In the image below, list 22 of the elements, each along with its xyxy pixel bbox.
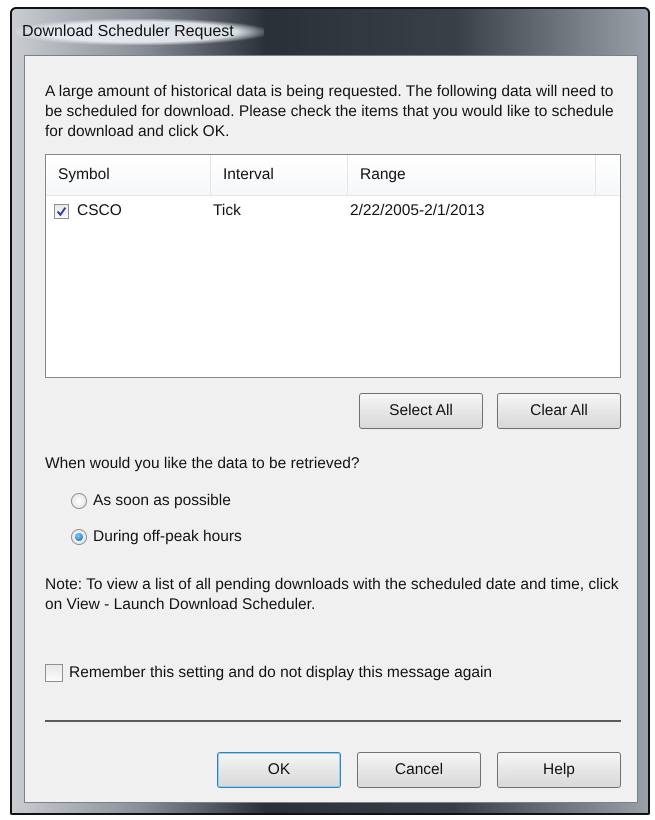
table-cell-text: CSCO [77,202,123,220]
note-text: Note: To view a list of all pending downloads with the scheduled date and time, click on View - Launch Download Scheduler. [45,575,620,615]
list-button[interactable]: Clear All [497,393,621,429]
dialog-button[interactable]: Cancel [357,752,481,788]
checkbox[interactable] [54,204,69,218]
table-cell-text: Tick [213,202,242,220]
message-text: A large amount of historical data is being requested. The following data will need to be scheduled for download. Please check the items that you would like to schedule for download and click OK. [45,82,615,142]
checkbox[interactable] [45,664,63,682]
column-header[interactable]: Symbol [46,155,211,195]
radio-button[interactable] [71,529,87,545]
radio-button[interactable] [71,493,87,509]
radio-label: As soon as possible [93,492,231,510]
list-button[interactable]: Select All [359,393,483,429]
dialog-button[interactable]: OK [217,752,341,788]
window-title: Download Scheduler Request [16,19,264,45]
table-cell: 2/22/2005-2/1/2013 [350,202,484,220]
dialog-button[interactable]: Help [497,752,621,788]
radio-label: During off-peak hours [93,528,242,546]
checkbox-label: Remember this setting and do not display this message again [69,664,492,682]
column-header[interactable]: Interval [211,155,348,195]
question-text: When would you like the data to be retrieved? [45,455,360,473]
column-header[interactable]: Range [348,155,596,195]
